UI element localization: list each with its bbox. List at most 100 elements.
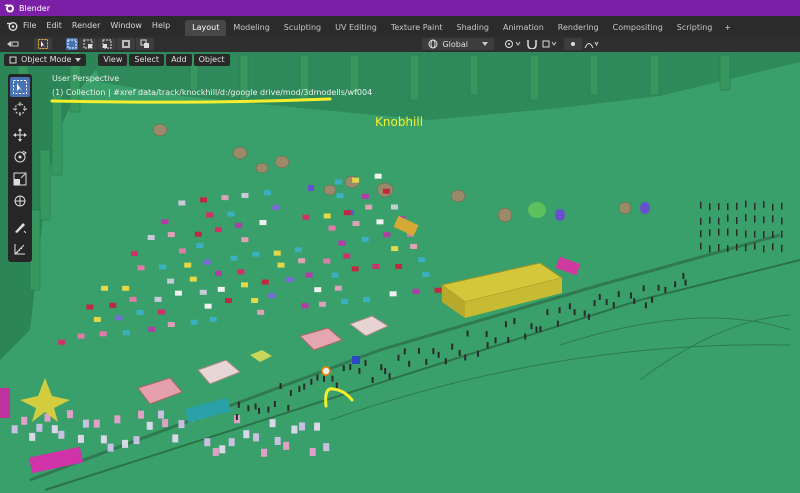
select-tool-icon[interactable] — [34, 38, 52, 50]
tab-compositing[interactable]: Compositing — [606, 20, 670, 36]
car — [100, 435, 107, 444]
pivot-point-icon[interactable] — [504, 38, 522, 50]
transform-orientation-dropdown[interactable]: Global — [422, 38, 494, 50]
fence-post — [629, 292, 632, 299]
select-mode-extend-icon[interactable] — [79, 38, 97, 50]
top-menu-bar: File Edit Render Window Help Layout Mode… — [0, 16, 800, 36]
fence-post — [664, 286, 667, 293]
fence-post — [323, 375, 326, 382]
fence-post — [342, 365, 345, 372]
car — [196, 243, 204, 249]
car — [261, 448, 268, 457]
proportional-edit-icon[interactable] — [564, 38, 582, 50]
car — [184, 262, 192, 268]
cursor-icon[interactable] — [10, 99, 30, 119]
tab-shading[interactable]: Shading — [449, 20, 496, 36]
title-bar: Blender — [0, 0, 800, 16]
menu-render[interactable]: Render — [67, 16, 105, 36]
annotate-icon[interactable] — [10, 217, 30, 237]
tool-header: Global — [0, 36, 800, 52]
fence-post — [279, 383, 282, 390]
car — [257, 309, 265, 315]
menu-file[interactable]: File — [18, 16, 41, 36]
fence-post — [700, 230, 702, 238]
transform-icon[interactable] — [10, 191, 30, 211]
fence-post — [718, 244, 720, 252]
select-mode-new-icon[interactable] — [66, 38, 78, 50]
car — [122, 285, 130, 291]
snap-icon[interactable] — [526, 38, 538, 50]
fence-post — [745, 230, 747, 238]
orientation-global-icon — [428, 39, 438, 49]
rotate-icon[interactable] — [10, 147, 30, 167]
fence-post — [437, 351, 440, 358]
car — [302, 214, 310, 220]
tab-scripting[interactable]: Scripting — [670, 20, 720, 36]
car — [269, 419, 276, 428]
falloff-icon[interactable] — [584, 38, 600, 50]
car — [323, 213, 331, 219]
snap-target-icon[interactable] — [542, 38, 558, 50]
fence-post — [593, 300, 596, 307]
tab-animation[interactable]: Animation — [496, 20, 551, 36]
tab-sculpting[interactable]: Sculpting — [277, 20, 328, 36]
move-icon[interactable] — [10, 125, 30, 145]
car — [334, 179, 342, 185]
select-mode-intersect-icon[interactable] — [136, 38, 154, 50]
car — [376, 219, 384, 225]
measure-icon[interactable] — [10, 239, 30, 259]
car — [352, 177, 360, 183]
menu-add[interactable]: Add — [166, 53, 192, 66]
viewport-header: Object Mode View Select Add Object — [4, 53, 232, 66]
car — [314, 287, 322, 293]
car — [291, 425, 298, 434]
menu-edit[interactable]: Edit — [41, 16, 67, 36]
object-mode-dropdown[interactable]: Object Mode — [4, 53, 87, 66]
tab-modeling[interactable]: Modeling — [226, 20, 276, 36]
tab-rendering[interactable]: Rendering — [551, 20, 606, 36]
fence-post — [303, 383, 306, 390]
select-mode-invert-icon[interactable] — [117, 38, 135, 50]
car — [383, 232, 391, 238]
car — [129, 296, 137, 302]
car — [391, 246, 399, 252]
fence-post — [754, 230, 756, 238]
fence-post — [397, 354, 400, 361]
fence-post — [466, 330, 469, 337]
fence-post — [633, 298, 636, 305]
fence-post — [273, 401, 276, 408]
car — [351, 266, 359, 272]
editor-type-icon[interactable] — [6, 38, 20, 50]
car — [243, 430, 250, 439]
car — [214, 270, 222, 276]
scale-icon[interactable] — [10, 169, 30, 189]
menu-help[interactable]: Help — [147, 16, 175, 36]
menu-object[interactable]: Object — [193, 53, 230, 66]
select-mode-subtract-icon[interactable] — [98, 38, 116, 50]
car — [294, 247, 302, 253]
tab-uv-editing[interactable]: UV Editing — [328, 20, 384, 36]
fence-post — [745, 214, 747, 222]
tool-shelf — [8, 74, 32, 262]
menu-view[interactable]: View — [98, 53, 128, 66]
car — [167, 322, 175, 328]
fence-post — [781, 202, 783, 210]
select-box-icon[interactable] — [10, 77, 30, 97]
fence-post — [451, 343, 454, 350]
menu-select[interactable]: Select — [129, 53, 165, 66]
tab-layout[interactable]: Layout — [185, 20, 227, 36]
car — [261, 279, 269, 285]
fence-post — [700, 201, 702, 209]
blender-menu-icon[interactable] — [6, 20, 18, 32]
add-workspace-button[interactable]: + — [719, 20, 736, 36]
fence-post — [384, 368, 387, 375]
fence-post — [364, 359, 367, 366]
car — [221, 195, 229, 201]
tab-texture-paint[interactable]: Texture Paint — [384, 20, 450, 36]
car — [158, 309, 166, 315]
fence-post — [524, 333, 527, 340]
car — [410, 243, 418, 249]
car — [154, 296, 162, 302]
fence-post — [736, 229, 738, 237]
menu-window[interactable]: Window — [105, 16, 147, 36]
